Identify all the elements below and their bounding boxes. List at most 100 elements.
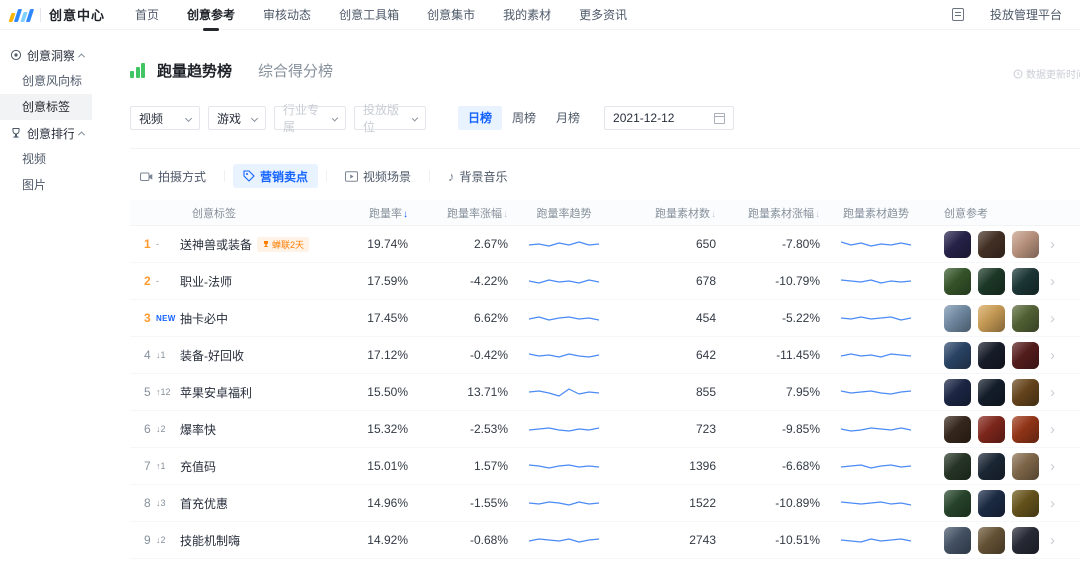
nav-item-market[interactable]: 创意集市 <box>427 0 475 30</box>
creative-thumbnail[interactable] <box>944 342 971 369</box>
creative-thumbnail[interactable] <box>978 342 1005 369</box>
materials-trend-sparkline <box>820 421 932 437</box>
col-materials-count[interactable]: 跑量素材数↓ <box>620 205 716 221</box>
creative-thumbnail[interactable] <box>978 379 1005 406</box>
creative-thumbnail[interactable] <box>1012 305 1039 332</box>
creative-thumbnail[interactable] <box>1012 416 1039 443</box>
period-tab-weekly[interactable]: 周榜 <box>502 106 546 130</box>
creative-tag-name[interactable]: 装备-好回收 <box>180 347 244 364</box>
table-row: 5 ↑12 苹果安卓福利 15.50% 13.71% 855 7.95% › <box>130 374 1080 411</box>
select-media-type[interactable]: 视频 <box>130 106 200 130</box>
creative-thumbnail[interactable] <box>978 305 1005 332</box>
chevron-down-icon <box>251 114 258 121</box>
materials-change-value: -10.89% <box>716 496 820 510</box>
nav-item-home[interactable]: 首页 <box>135 0 159 30</box>
period-tab-daily[interactable]: 日榜 <box>458 106 502 130</box>
sidebar-group-label: 创意排行榜 <box>27 125 74 142</box>
creative-thumbnail[interactable] <box>1012 379 1039 406</box>
creative-tag-name[interactable]: 苹果安卓福利 <box>180 384 252 401</box>
row-expand-chevron[interactable]: › <box>1050 459 1055 474</box>
sidebar-item-trend-vane[interactable]: 创意风向标 <box>0 68 92 94</box>
document-icon[interactable] <box>952 8 964 21</box>
dimension-tab-bgm[interactable]: ♪ 背景音乐 <box>438 164 518 188</box>
sidebar-group-ranking[interactable]: 创意排行榜 <box>0 120 92 146</box>
delivery-platform-link[interactable]: 投放管理平台 <box>990 6 1062 23</box>
chevron-up-icon <box>78 53 85 60</box>
table-row: 9 ↓2 技能机制嗨 14.92% -0.68% 2743 -10.51% › <box>130 522 1080 559</box>
tab-overall-score[interactable]: 综合得分榜 <box>258 60 333 81</box>
creative-thumbnail[interactable] <box>1012 453 1039 480</box>
section-divider <box>130 148 1080 149</box>
creative-thumbnail[interactable] <box>944 416 971 443</box>
creative-tag-name[interactable]: 送神兽或装备 <box>180 236 252 253</box>
row-expand-chevron[interactable]: › <box>1050 533 1055 548</box>
divider <box>326 170 327 182</box>
creative-thumbnail[interactable] <box>944 305 971 332</box>
row-expand-chevron[interactable]: › <box>1050 422 1055 437</box>
creative-thumbnail[interactable] <box>944 379 971 406</box>
creative-tag-name[interactable]: 抽卡必中 <box>180 310 228 327</box>
col-materials-change[interactable]: 跑量素材涨幅↓ <box>716 205 820 221</box>
creative-thumbnail[interactable] <box>944 231 971 258</box>
sidebar-item-image[interactable]: 图片 <box>0 172 92 198</box>
music-note-icon: ♪ <box>448 170 455 183</box>
select-placement[interactable]: 投放版位 <box>354 106 426 130</box>
col-run-rate-change[interactable]: 跑量率涨幅↓ <box>408 205 508 221</box>
creative-thumbnail[interactable] <box>1012 342 1039 369</box>
run-rate-change-value: 13.71% <box>408 385 508 399</box>
rank-number: 6 <box>144 422 152 436</box>
rank-number: 5 <box>144 385 152 399</box>
creative-thumbnail[interactable] <box>944 268 971 295</box>
creative-thumbnail[interactable] <box>1012 527 1039 554</box>
row-expand-chevron[interactable]: › <box>1050 385 1055 400</box>
select-industry[interactable]: 游戏 <box>208 106 266 130</box>
nav-item-my-materials[interactable]: 我的素材 <box>503 0 551 30</box>
row-expand-chevron[interactable]: › <box>1050 237 1055 252</box>
creative-thumbnail[interactable] <box>944 490 971 517</box>
nav-item-review[interactable]: 审核动态 <box>263 0 311 30</box>
ranking-table: 创意标签 跑量率↓ 跑量率涨幅↓ 跑量率趋势 跑量素材数↓ 跑量素材涨幅↓ 跑量… <box>130 200 1080 559</box>
period-tab-monthly[interactable]: 月榜 <box>546 106 590 130</box>
row-expand-chevron[interactable]: › <box>1050 274 1055 289</box>
date-picker[interactable]: 2021-12-12 <box>604 106 734 130</box>
creative-thumbnail[interactable] <box>978 490 1005 517</box>
run-rate-value: 17.12% <box>328 348 408 362</box>
dimension-tab-video-scene[interactable]: 视频场景 <box>335 164 421 188</box>
creative-thumbnail[interactable] <box>944 527 971 554</box>
materials-trend-sparkline <box>820 310 932 326</box>
creative-thumbnail[interactable] <box>978 268 1005 295</box>
trophy-icon <box>262 240 270 248</box>
sidebar-item-video[interactable]: 视频 <box>0 146 92 172</box>
creative-tag-name[interactable]: 爆率快 <box>180 421 216 438</box>
creative-thumbnail[interactable] <box>1012 490 1039 517</box>
creative-thumbnail[interactable] <box>978 231 1005 258</box>
creative-thumbnail[interactable] <box>944 453 971 480</box>
creative-tag-name[interactable]: 充值码 <box>180 458 216 475</box>
run-rate-change-value: 1.57% <box>408 459 508 473</box>
creative-thumbnail[interactable] <box>1012 268 1039 295</box>
creative-tag-name[interactable]: 首充优惠 <box>180 495 228 512</box>
row-expand-chevron[interactable]: › <box>1050 311 1055 326</box>
col-run-rate[interactable]: 跑量率↓ <box>328 205 408 221</box>
sidebar-item-creative-tags[interactable]: 创意标签 <box>0 94 92 120</box>
select-industry-exclusive[interactable]: 行业专属 <box>274 106 346 130</box>
creative-thumbnail[interactable] <box>978 416 1005 443</box>
run-rate-value: 17.45% <box>328 311 408 325</box>
col-creative-tag: 创意标签 <box>180 205 328 221</box>
creative-tag-name[interactable]: 技能机制嗨 <box>180 532 240 549</box>
creative-thumbnail[interactable] <box>978 527 1005 554</box>
creative-thumbnail[interactable] <box>1012 231 1039 258</box>
row-expand-chevron[interactable]: › <box>1050 496 1055 511</box>
nav-item-more-news[interactable]: 更多资讯 <box>579 0 627 30</box>
tab-volume-trend[interactable]: 跑量趋势榜 <box>157 60 232 81</box>
row-expand-chevron[interactable]: › <box>1050 348 1055 363</box>
nav-item-creative-reference[interactable]: 创意参考 <box>187 0 235 30</box>
nav-item-toolbox[interactable]: 创意工具箱 <box>339 0 399 30</box>
rank-change-indicator: ↑1 <box>156 461 166 471</box>
creative-thumbnail[interactable] <box>978 453 1005 480</box>
sidebar-group-insight[interactable]: 创意洞察 <box>0 42 92 68</box>
dimension-tab-shooting[interactable]: 拍摄方式 <box>130 164 216 188</box>
calendar-icon <box>714 113 725 124</box>
creative-tag-name[interactable]: 职业-法师 <box>180 273 232 290</box>
dimension-tab-selling-points[interactable]: 营销卖点 <box>233 164 318 188</box>
